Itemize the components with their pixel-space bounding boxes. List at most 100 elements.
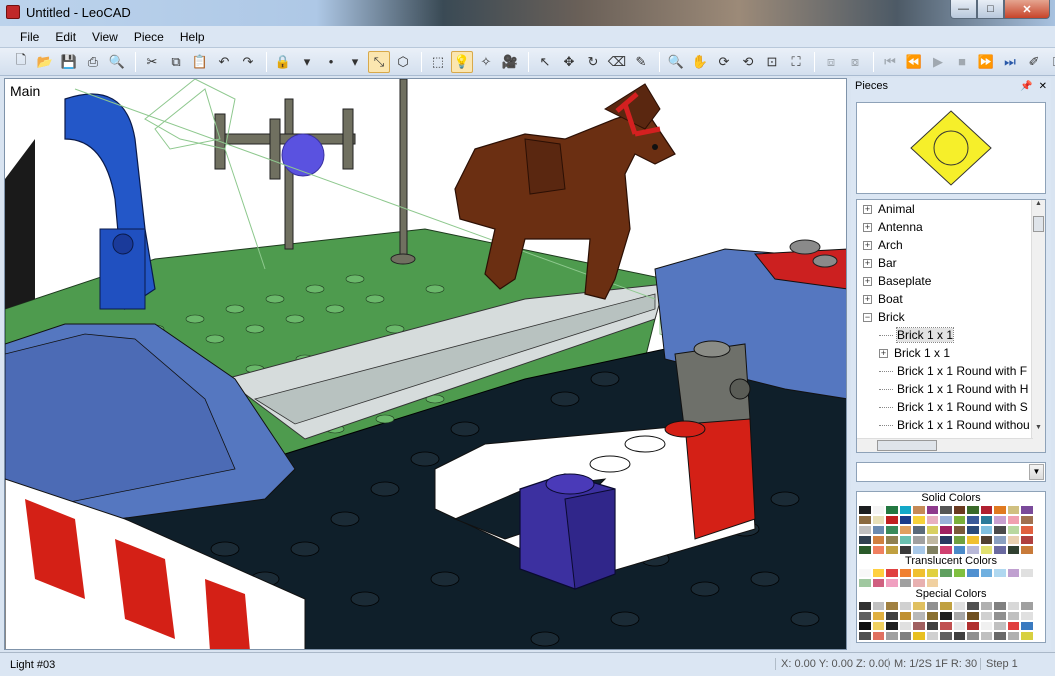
color-swatch[interactable] bbox=[871, 535, 885, 545]
color-swatch[interactable] bbox=[912, 525, 926, 535]
color-swatch[interactable] bbox=[1020, 515, 1034, 525]
collapse-icon[interactable]: − bbox=[863, 312, 872, 322]
color-swatch[interactable] bbox=[966, 568, 980, 578]
color-swatch[interactable] bbox=[1006, 535, 1020, 545]
save-icon[interactable]: 💾 bbox=[58, 51, 80, 73]
color-swatch[interactable] bbox=[939, 631, 953, 641]
tree-category-arch[interactable]: + Arch bbox=[857, 236, 1045, 254]
color-swatch[interactable] bbox=[898, 621, 912, 631]
color-swatch[interactable] bbox=[1020, 535, 1034, 545]
expand-icon[interactable]: + bbox=[863, 276, 872, 286]
menu-edit[interactable]: Edit bbox=[47, 30, 84, 44]
light-bulb-icon[interactable]: 💡 bbox=[451, 50, 473, 73]
chevron-down-icon[interactable]: ▼ bbox=[1029, 464, 1044, 480]
color-swatch[interactable] bbox=[871, 611, 885, 621]
tree-scroll-thumb[interactable] bbox=[1033, 216, 1044, 232]
color-swatch[interactable] bbox=[912, 578, 926, 588]
color-swatch[interactable] bbox=[939, 535, 953, 545]
zoom-extents-icon[interactable]: ⛶ bbox=[785, 51, 807, 73]
color-swatch[interactable] bbox=[858, 545, 872, 555]
color-swatch[interactable] bbox=[858, 525, 872, 535]
color-swatch[interactable] bbox=[858, 578, 872, 588]
color-swatch[interactable] bbox=[1006, 515, 1020, 525]
redo-icon[interactable]: ↷ bbox=[237, 51, 259, 73]
color-swatch[interactable] bbox=[858, 535, 872, 545]
tree-hscroll-thumb[interactable] bbox=[877, 440, 937, 451]
tree-vertical-scrollbar[interactable]: ▲ ▼ bbox=[1031, 200, 1045, 452]
pin-icon[interactable]: 📌 bbox=[1020, 81, 1032, 92]
color-swatch[interactable] bbox=[858, 601, 872, 611]
color-swatch[interactable] bbox=[979, 515, 993, 525]
minimize-button[interactable]: — bbox=[950, 0, 977, 19]
color-swatch[interactable] bbox=[871, 601, 885, 611]
color-swatch[interactable] bbox=[885, 535, 899, 545]
color-swatch[interactable] bbox=[979, 568, 993, 578]
color-swatch[interactable] bbox=[993, 611, 1007, 621]
color-swatch[interactable] bbox=[912, 505, 926, 515]
pan-hand-icon[interactable]: ✋ bbox=[689, 51, 711, 73]
spotlight-icon[interactable]: ✧ bbox=[475, 51, 497, 73]
roll-icon[interactable]: ⟲ bbox=[737, 51, 759, 73]
color-swatch[interactable] bbox=[871, 631, 885, 641]
tree-category-bar[interactable]: + Bar bbox=[857, 254, 1045, 272]
dropdown-arrow-icon[interactable]: ▾ bbox=[344, 51, 366, 73]
color-swatch[interactable] bbox=[1020, 621, 1034, 631]
color-swatch[interactable] bbox=[993, 525, 1007, 535]
color-swatch[interactable] bbox=[871, 578, 885, 588]
color-swatch[interactable] bbox=[871, 545, 885, 555]
last-frame-icon[interactable]: ⏭ bbox=[999, 51, 1021, 73]
camera-icon[interactable]: 🎥 bbox=[499, 51, 521, 73]
color-swatch[interactable] bbox=[912, 611, 926, 621]
tree-category-boat[interactable]: + Boat bbox=[857, 290, 1045, 308]
color-swatch[interactable] bbox=[858, 568, 872, 578]
color-swatch[interactable] bbox=[979, 631, 993, 641]
color-swatch[interactable] bbox=[885, 545, 899, 555]
color-swatch[interactable] bbox=[912, 545, 926, 555]
color-swatch[interactable] bbox=[966, 611, 980, 621]
prev-frame-icon[interactable]: ⏪ bbox=[903, 51, 925, 73]
color-swatch[interactable] bbox=[871, 621, 885, 631]
color-swatch[interactable] bbox=[912, 621, 926, 631]
color-swatch[interactable] bbox=[871, 525, 885, 535]
color-swatch[interactable] bbox=[1006, 631, 1020, 641]
paint-icon[interactable]: ✎ bbox=[630, 51, 652, 73]
lock-icon[interactable]: 🔒 bbox=[272, 51, 294, 73]
animation-icon[interactable]: ✐ bbox=[1023, 51, 1045, 73]
color-swatch[interactable] bbox=[1006, 525, 1020, 535]
color-swatch[interactable] bbox=[993, 568, 1007, 578]
eraser-icon[interactable]: ⌫ bbox=[606, 51, 628, 73]
color-swatch[interactable] bbox=[993, 535, 1007, 545]
menu-piece[interactable]: Piece bbox=[126, 30, 172, 44]
tree-item-piece[interactable]: Brick 1 x 1 Round with S bbox=[857, 398, 1045, 416]
color-swatch[interactable] bbox=[952, 515, 966, 525]
color-swatch[interactable] bbox=[925, 568, 939, 578]
color-swatch[interactable] bbox=[898, 505, 912, 515]
color-swatch[interactable] bbox=[993, 545, 1007, 555]
orbit-icon[interactable]: ⟳ bbox=[713, 51, 735, 73]
color-swatch[interactable] bbox=[1006, 545, 1020, 555]
snap-icon[interactable]: • bbox=[320, 51, 342, 73]
color-swatch[interactable] bbox=[1006, 611, 1020, 621]
tree-category-baseplate[interactable]: + Baseplate bbox=[857, 272, 1045, 290]
cut-icon[interactable]: ✂ bbox=[141, 51, 163, 73]
rotate-icon[interactable]: ↻ bbox=[582, 51, 604, 73]
color-swatch[interactable] bbox=[939, 525, 953, 535]
expand-icon[interactable]: + bbox=[863, 240, 872, 250]
dropdown-arrow-icon[interactable]: ▾ bbox=[296, 51, 318, 73]
color-swatch[interactable] bbox=[966, 621, 980, 631]
color-swatch[interactable] bbox=[939, 601, 953, 611]
color-swatch[interactable] bbox=[858, 621, 872, 631]
next-frame-icon[interactable]: ⏩ bbox=[975, 51, 997, 73]
color-swatch[interactable] bbox=[885, 568, 899, 578]
print-icon[interactable]: ⎙ bbox=[82, 51, 104, 73]
color-swatch[interactable] bbox=[966, 631, 980, 641]
color-swatch[interactable] bbox=[939, 545, 953, 555]
expand-icon[interactable]: + bbox=[863, 204, 872, 214]
color-swatch[interactable] bbox=[979, 535, 993, 545]
color-swatch[interactable] bbox=[979, 505, 993, 515]
color-swatch[interactable] bbox=[939, 611, 953, 621]
insert-brick-icon[interactable]: ⬚ bbox=[427, 51, 449, 73]
undo-icon[interactable]: ↶ bbox=[213, 51, 235, 73]
scroll-up-icon[interactable]: ▲ bbox=[1032, 200, 1045, 214]
color-swatch[interactable] bbox=[858, 515, 872, 525]
